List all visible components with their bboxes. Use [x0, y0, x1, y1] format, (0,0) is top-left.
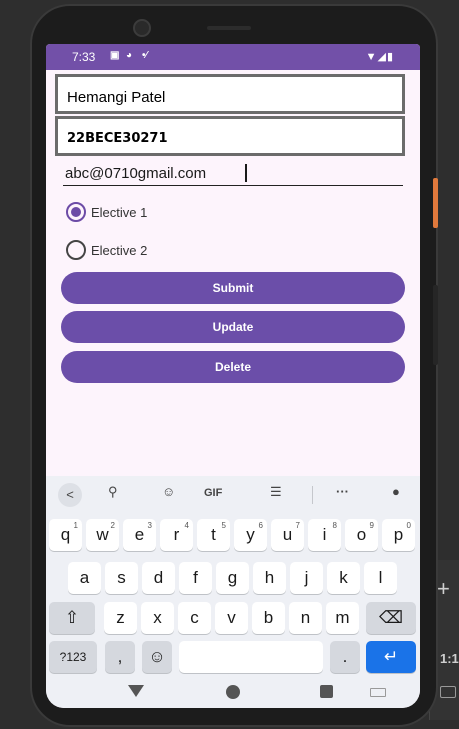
key-x[interactable]: x — [141, 602, 174, 634]
key-h[interactable]: h — [253, 562, 286, 594]
recents-icon[interactable] — [320, 685, 333, 698]
comma-key[interactable]: , — [105, 641, 135, 673]
key-u[interactable]: u7 — [271, 519, 304, 551]
key-n[interactable]: n — [289, 602, 322, 634]
key-l[interactable]: l — [364, 562, 397, 594]
key-w[interactable]: w2 — [86, 519, 119, 551]
zoom-in-icon[interactable]: + — [437, 578, 450, 600]
earpiece-speaker — [207, 26, 251, 30]
home-icon[interactable] — [226, 685, 240, 699]
key-b[interactable]: b — [252, 602, 285, 634]
volume-button[interactable] — [433, 285, 438, 365]
key-y[interactable]: y6 — [234, 519, 267, 551]
key-d[interactable]: d — [142, 562, 175, 594]
front-camera — [133, 19, 151, 37]
key-k[interactable]: k — [327, 562, 360, 594]
key-c[interactable]: c — [178, 602, 211, 634]
back-icon[interactable] — [128, 685, 144, 697]
elective-1-radio[interactable] — [66, 202, 86, 222]
shift-key[interactable]: ⇧ — [49, 602, 95, 634]
elective-2-radio[interactable] — [66, 240, 86, 260]
device-screen: 7:33 ▣ ◕ •⁄ ▼◢▮ Hemangi Patel 22BECE3027… — [46, 44, 420, 708]
enter-key[interactable]: ↵ — [366, 641, 416, 673]
key-g[interactable]: g — [216, 562, 249, 594]
gif-button[interactable]: GIF — [204, 487, 222, 499]
name-field[interactable]: Hemangi Patel — [55, 74, 405, 114]
sticker-icon[interactable]: ☺ — [162, 484, 175, 499]
status-time: 7:33 — [72, 50, 96, 64]
key-z[interactable]: z — [104, 602, 137, 634]
shift-icon: ⇧ — [64, 608, 80, 627]
microphone-icon[interactable]: ● — [392, 484, 400, 499]
update-button[interactable]: Update — [61, 311, 405, 343]
id-field[interactable]: 22BECE30271 — [55, 116, 405, 156]
enter-icon: ↵ — [383, 647, 399, 666]
key-e[interactable]: e3 — [123, 519, 156, 551]
submit-button[interactable]: Submit — [61, 272, 405, 304]
status-bar: 7:33 ▣ ◕ •⁄ ▼◢▮ — [46, 44, 420, 70]
key-m[interactable]: m — [326, 602, 359, 634]
key-a[interactable]: a — [68, 562, 101, 594]
scale-one-to-one-icon[interactable]: 1:1 — [440, 651, 459, 666]
id-value: 22BECE30271 — [67, 131, 168, 146]
key-p[interactable]: p0 — [382, 519, 415, 551]
key-q[interactable]: q1 — [49, 519, 82, 551]
navigation-bar — [46, 676, 420, 708]
screenshot-icon[interactable] — [440, 686, 456, 698]
play-icon: ◕ — [126, 50, 133, 61]
delete-button[interactable]: Delete — [61, 351, 405, 383]
backspace-icon: ⌫ — [378, 608, 404, 627]
status-right-icons: ▼◢▮ — [366, 50, 394, 63]
cell-signal-icon: ◢ — [377, 51, 387, 63]
key-v[interactable]: v — [215, 602, 248, 634]
symbols-key[interactable]: ?123 — [49, 641, 97, 673]
more-options-icon[interactable]: ··· — [336, 484, 349, 499]
backspace-key[interactable]: ⌫ — [366, 602, 416, 634]
clipboard-icon[interactable]: ☰ — [270, 484, 282, 500]
toolbar-divider — [312, 486, 313, 504]
soft-keyboard: < ⚲ ☺ GIF ☰ ··· ● q1 w2 e3 r4 t5 y6 u7 i… — [46, 476, 420, 676]
power-button[interactable] — [433, 178, 438, 228]
emoji-icon: ☺ — [148, 647, 166, 666]
signal-extra-icon: •⁄ — [142, 50, 148, 61]
elective-2-label[interactable]: Elective 2 — [91, 243, 147, 258]
key-i[interactable]: i8 — [308, 519, 341, 551]
chevron-left-icon[interactable]: < — [58, 483, 82, 507]
email-field[interactable]: abc@0710gmail.com — [63, 162, 403, 186]
text-cursor — [245, 164, 247, 182]
key-o[interactable]: o9 — [345, 519, 378, 551]
key-f[interactable]: f — [179, 562, 212, 594]
elective-1-label[interactable]: Elective 1 — [91, 205, 147, 220]
name-value: Hemangi Patel — [67, 89, 166, 106]
key-t[interactable]: t5 — [197, 519, 230, 551]
wifi-icon: ▼ — [365, 51, 378, 63]
key-j[interactable]: j — [290, 562, 323, 594]
period-key[interactable]: . — [330, 641, 360, 673]
search-icon[interactable]: ⚲ — [108, 484, 118, 500]
email-value: abc@0710gmail.com — [65, 165, 207, 182]
emoji-key[interactable]: ☺ — [142, 641, 172, 673]
key-r[interactable]: r4 — [160, 519, 193, 551]
photo-icon: ▣ — [110, 50, 120, 61]
battery-icon: ▮ — [386, 51, 394, 63]
keyboard-toolbar: < ⚲ ☺ GIF ☰ ··· ● — [46, 476, 420, 514]
space-key[interactable] — [179, 641, 323, 673]
keyboard-switch-icon[interactable] — [370, 688, 386, 697]
key-s[interactable]: s — [105, 562, 138, 594]
